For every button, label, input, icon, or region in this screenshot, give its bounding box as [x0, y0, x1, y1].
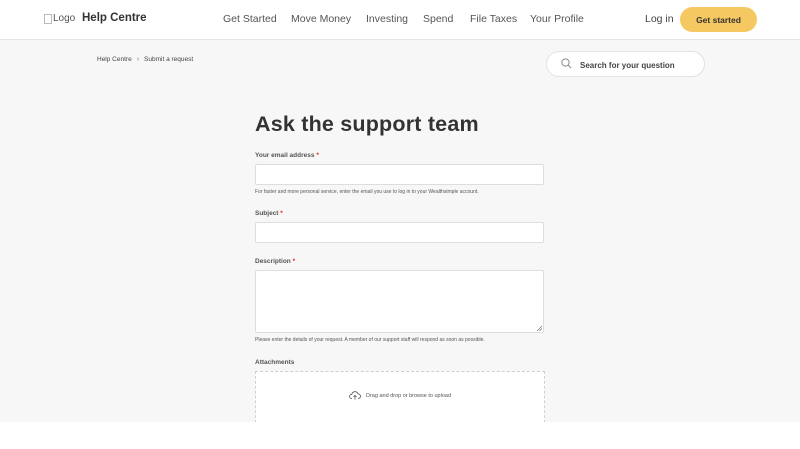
nav-get-started[interactable]: Get Started: [223, 13, 277, 25]
get-started-button[interactable]: Get started: [680, 7, 757, 32]
search-icon: [561, 58, 572, 69]
breadcrumb-submit-request[interactable]: Submit a request: [144, 56, 193, 63]
breadcrumb-help-centre[interactable]: Help Centre: [97, 56, 132, 63]
email-field[interactable]: [255, 164, 544, 185]
logo-alt-text: Logo: [53, 13, 76, 24]
search-input[interactable]: [578, 56, 700, 74]
required-mark: *: [292, 258, 296, 265]
page-bottom-band: [0, 422, 800, 449]
attachments-label: Attachments: [255, 359, 295, 366]
nav-your-profile[interactable]: Your Profile: [530, 13, 584, 25]
attachments-dropzone[interactable]: Drag and drop or browse to upload: [255, 371, 545, 423]
page-title: Ask the support team: [255, 112, 479, 136]
logo[interactable]: Logo: [44, 13, 75, 24]
description-hint: Please enter the details of your request…: [255, 337, 485, 343]
cloud-upload-icon: [349, 391, 361, 400]
dropzone-content: Drag and drop or browse to upload: [349, 391, 451, 400]
brand-title[interactable]: Help Centre: [82, 12, 147, 24]
dropzone-text[interactable]: Drag and drop or browse to upload: [366, 393, 451, 399]
description-label: Description *: [255, 258, 295, 265]
description-textarea[interactable]: [255, 270, 544, 333]
nav-file-taxes[interactable]: File Taxes: [470, 13, 517, 25]
required-mark: *: [280, 210, 283, 217]
description-label-text: Description: [255, 258, 291, 265]
site-header: Logo Help Centre Get Started Move Money …: [0, 0, 800, 40]
subject-label-text: Subject: [255, 210, 279, 217]
email-label-text: Your email address: [255, 152, 315, 159]
chevron-right-icon: ›: [136, 56, 140, 63]
nav-investing[interactable]: Investing: [366, 13, 408, 25]
search-box[interactable]: [546, 51, 705, 77]
broken-image-icon: [44, 13, 52, 24]
email-label: Your email address *: [255, 152, 319, 159]
login-link[interactable]: Log in: [645, 13, 674, 25]
resize-handle-icon[interactable]: [536, 325, 542, 331]
nav-spend[interactable]: Spend: [423, 13, 453, 25]
email-hint: For faster and more personal service, en…: [255, 189, 479, 195]
breadcrumb: Help Centre › Submit a request: [97, 56, 193, 63]
nav-move-money[interactable]: Move Money: [291, 13, 351, 25]
subject-field[interactable]: [255, 222, 544, 243]
required-mark: *: [316, 152, 319, 159]
subject-label: Subject *: [255, 210, 283, 217]
